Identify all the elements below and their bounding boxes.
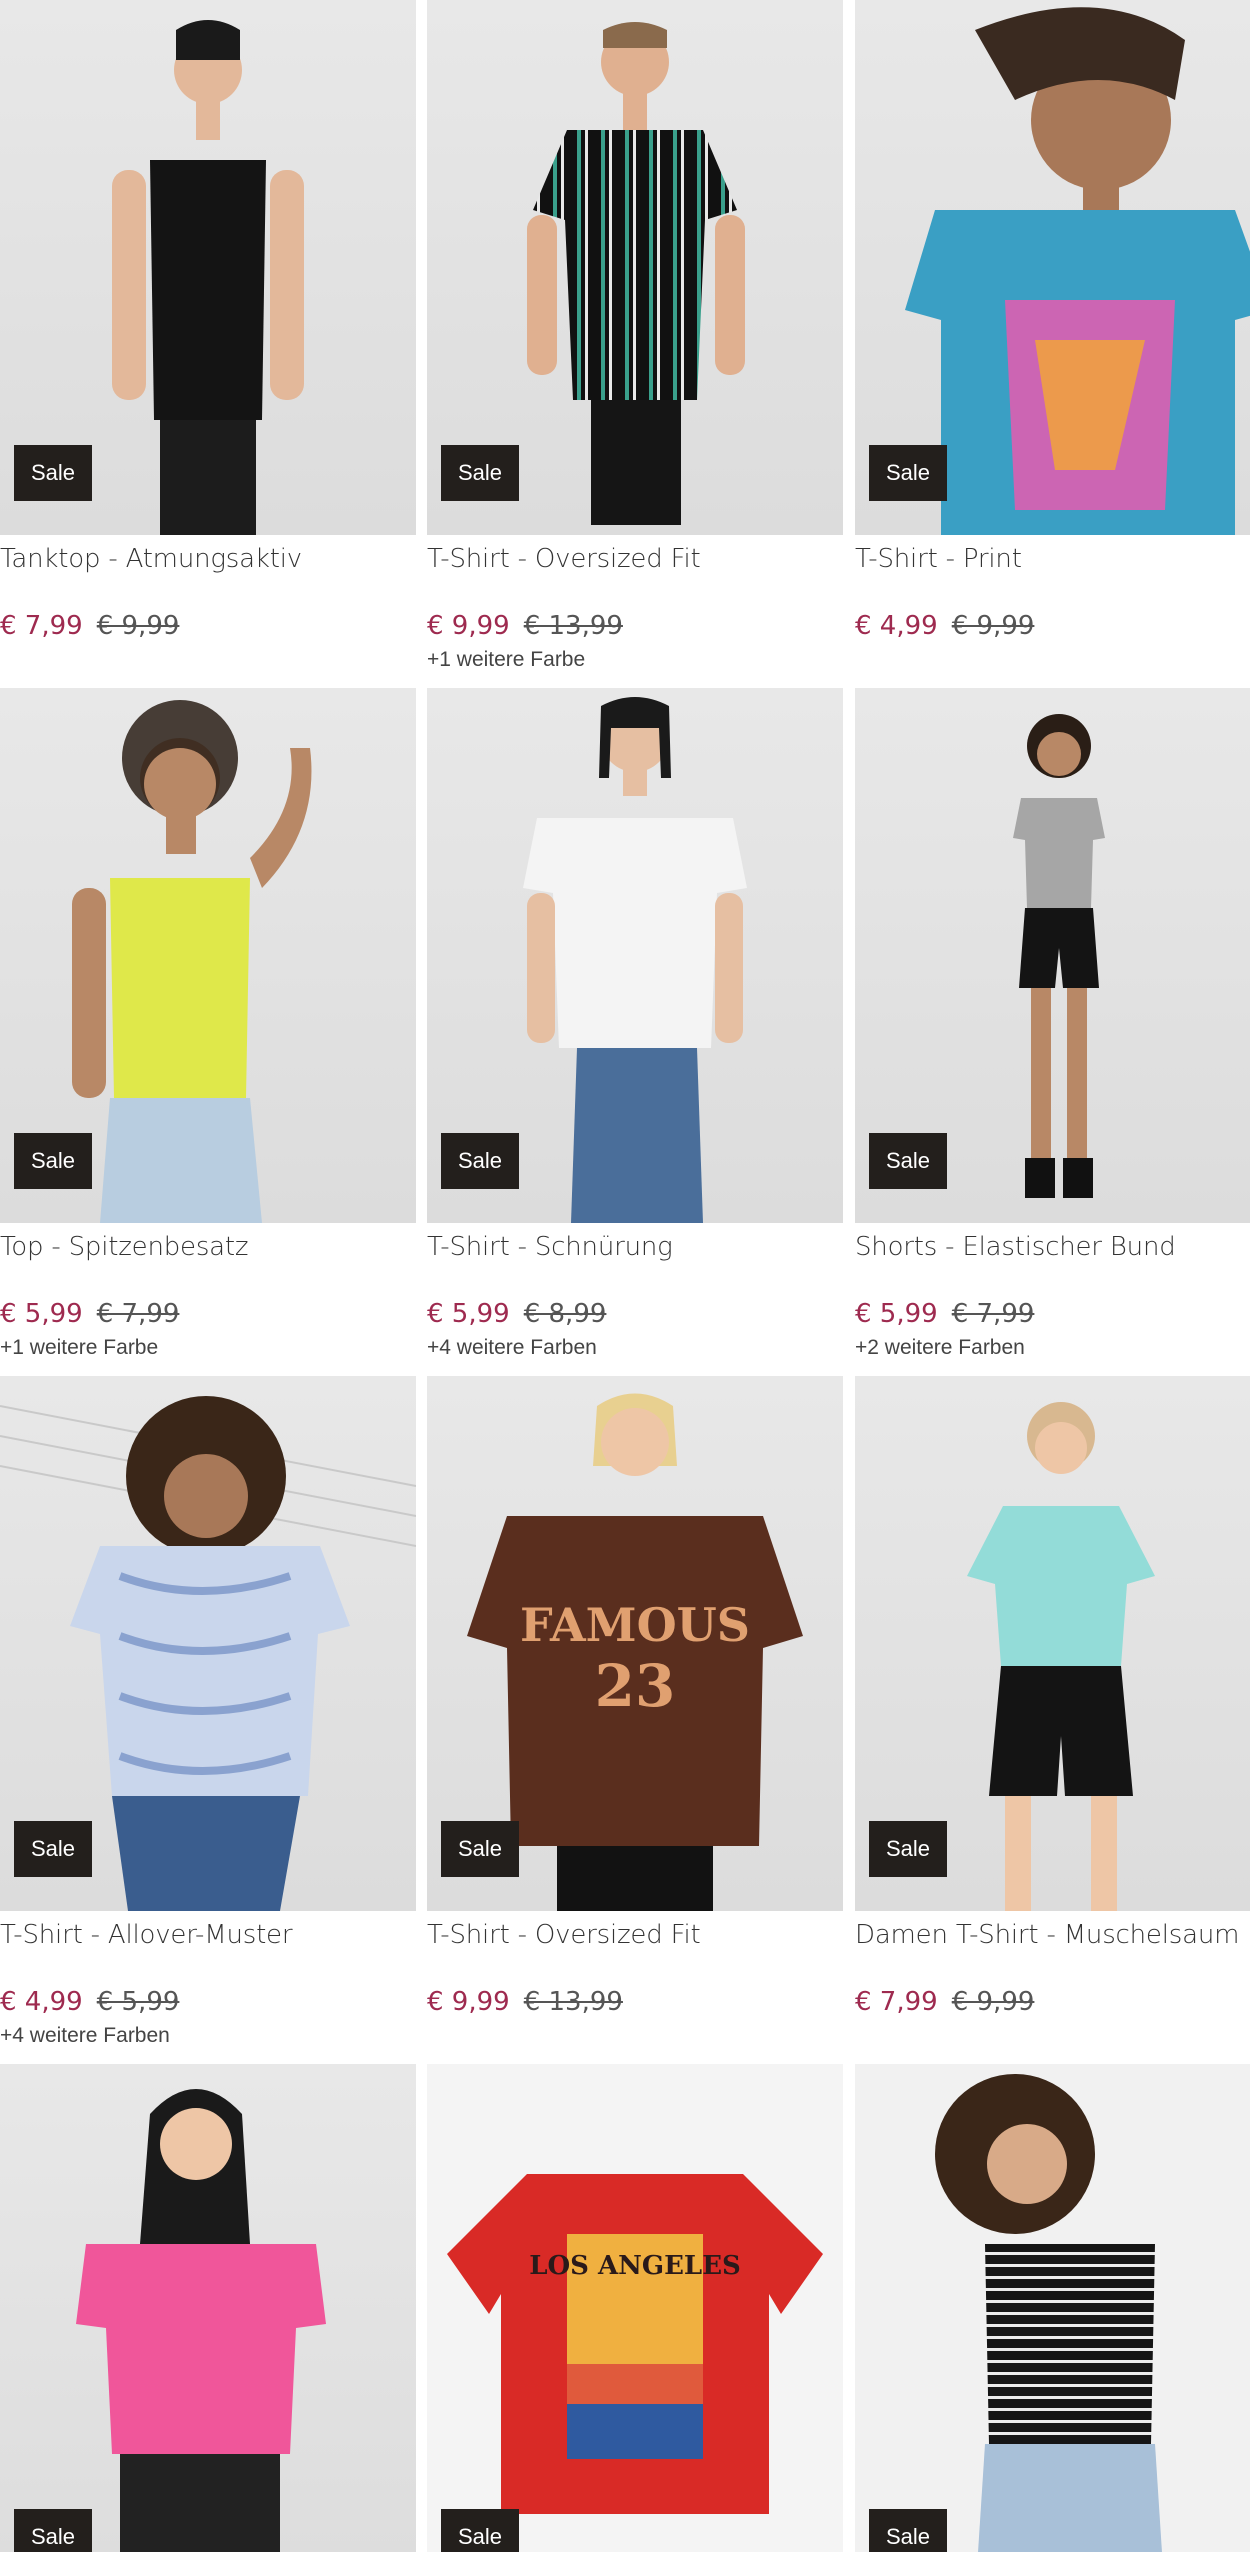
product-image[interactable]: Sale bbox=[855, 688, 1250, 1223]
product-card[interactable]: Sale T-Shirt - Print € 4,99 € 9,99 bbox=[855, 0, 1250, 648]
svg-text:LOS ANGELES: LOS ANGELES bbox=[529, 2251, 741, 2281]
original-price: € 9,99 bbox=[951, 611, 1035, 641]
product-title[interactable]: T-Shirt - Print bbox=[855, 544, 1250, 578]
svg-text:FAMOUS: FAMOUS bbox=[520, 1598, 750, 1652]
sale-badge: Sale bbox=[14, 1821, 92, 1877]
more-colors-note[interactable]: +4 weitere Farben bbox=[427, 1336, 843, 1360]
tshirt-icon: LOS ANGELES bbox=[447, 2174, 823, 2514]
product-card[interactable]: Sale Damen T-Shirt - Muschelsaum € 7,99 … bbox=[855, 1376, 1250, 2024]
sale-price: € 7,99 bbox=[855, 1987, 938, 2017]
product-image[interactable]: Sale bbox=[855, 0, 1250, 535]
product-title[interactable]: Shorts - Elastischer Bund bbox=[855, 1232, 1250, 1266]
sale-price: € 5,99 bbox=[427, 1299, 510, 1329]
product-image[interactable]: Sale bbox=[0, 0, 416, 535]
original-price: € 7,99 bbox=[96, 1299, 180, 1329]
tank-top-icon bbox=[935, 2074, 1162, 2552]
sale-price: € 5,99 bbox=[0, 1299, 83, 1329]
product-title[interactable]: Tanktop - Atmungsaktiv bbox=[0, 544, 416, 578]
sale-price: € 7,99 bbox=[0, 611, 83, 641]
price-row: € 4,99 € 9,99 bbox=[855, 611, 1250, 647]
product-card[interactable]: Sale T-Shirt - Allover-Muster € 4,99 € 5… bbox=[0, 1376, 416, 2048]
product-card[interactable]: Sale Shorts - Elastischer Bund € 5,99 € … bbox=[855, 688, 1250, 1360]
original-price: € 9,99 bbox=[96, 611, 180, 641]
more-colors-note[interactable]: +4 weitere Farben bbox=[0, 2024, 416, 2048]
sale-price: € 4,99 bbox=[855, 611, 938, 641]
product-image[interactable]: FAMOUS 23 Sale bbox=[427, 1376, 843, 1911]
sale-price: € 9,99 bbox=[427, 611, 510, 641]
price-row: € 5,99 € 7,99 bbox=[0, 1299, 416, 1335]
price-row: € 5,99 € 8,99 bbox=[427, 1299, 843, 1335]
product-image[interactable]: Sale bbox=[855, 2064, 1250, 2552]
original-price: € 13,99 bbox=[523, 611, 623, 641]
product-title[interactable]: T-Shirt - Oversized Fit bbox=[427, 1920, 843, 1954]
product-image[interactable]: Sale bbox=[427, 0, 843, 535]
product-image[interactable]: LOS ANGELES Sale bbox=[427, 2064, 843, 2552]
price-row: € 7,99 € 9,99 bbox=[0, 611, 416, 647]
product-image[interactable]: Sale bbox=[0, 2064, 416, 2552]
product-image[interactable]: Sale bbox=[0, 688, 416, 1223]
product-title[interactable]: T-Shirt - Oversized Fit bbox=[427, 544, 843, 578]
product-title[interactable]: T-Shirt - Schnürung bbox=[427, 1232, 843, 1266]
more-colors-note[interactable]: +1 weitere Farbe bbox=[427, 648, 843, 672]
sale-badge: Sale bbox=[441, 1133, 519, 1189]
product-title[interactable]: Top - Spitzenbesatz bbox=[0, 1232, 416, 1266]
more-colors-note[interactable]: +1 weitere Farbe bbox=[0, 1336, 416, 1360]
price-row: € 9,99 € 13,99 bbox=[427, 611, 843, 647]
svg-text:23: 23 bbox=[595, 1652, 676, 1720]
sale-badge: Sale bbox=[441, 2509, 519, 2552]
price-row: € 4,99 € 5,99 bbox=[0, 1987, 416, 2023]
product-image[interactable]: Sale bbox=[427, 688, 843, 1223]
original-price: € 5,99 bbox=[96, 1987, 180, 2017]
sale-badge: Sale bbox=[441, 1821, 519, 1877]
product-image[interactable]: Sale bbox=[855, 1376, 1250, 1911]
original-price: € 8,99 bbox=[523, 1299, 607, 1329]
product-card[interactable]: Sale Tanktop - Atmungsaktiv € 7,99 € 9,9… bbox=[0, 0, 416, 648]
sale-price: € 9,99 bbox=[427, 1987, 510, 2017]
product-card[interactable]: Sale T-Shirt - Oversized Fit € 9,99 € 13… bbox=[427, 0, 843, 672]
sale-badge: Sale bbox=[14, 2509, 92, 2552]
price-row: € 5,99 € 7,99 bbox=[855, 1299, 1250, 1335]
sale-price: € 5,99 bbox=[855, 1299, 938, 1329]
sale-badge: Sale bbox=[441, 445, 519, 501]
sale-price: € 4,99 bbox=[0, 1987, 83, 2017]
original-price: € 7,99 bbox=[951, 1299, 1035, 1329]
sale-badge: Sale bbox=[869, 445, 947, 501]
original-price: € 13,99 bbox=[523, 1987, 623, 2017]
product-grid: Sale Tanktop - Atmungsaktiv € 7,99 € 9,9… bbox=[0, 0, 1250, 2552]
original-price: € 9,99 bbox=[951, 1987, 1035, 2017]
price-row: € 9,99 € 13,99 bbox=[427, 1987, 843, 2023]
product-image[interactable]: Sale bbox=[0, 1376, 416, 1911]
tshirt-icon bbox=[76, 2089, 326, 2552]
product-card[interactable]: Sale T-Shirt - Schnürung € 5,99 € 8,99 +… bbox=[427, 688, 843, 1360]
product-card[interactable]: LOS ANGELES Sale bbox=[427, 2064, 843, 2552]
sale-badge: Sale bbox=[869, 1821, 947, 1877]
sale-badge: Sale bbox=[14, 445, 92, 501]
sale-badge: Sale bbox=[14, 1133, 92, 1189]
product-card[interactable]: FAMOUS 23 Sale T-Shirt - Oversized Fit € … bbox=[427, 1376, 843, 2024]
sale-badge: Sale bbox=[869, 2509, 947, 2552]
more-colors-note[interactable]: +2 weitere Farben bbox=[855, 1336, 1250, 1360]
product-title[interactable]: Damen T-Shirt - Muschelsaum bbox=[855, 1920, 1250, 1954]
price-row: € 7,99 € 9,99 bbox=[855, 1987, 1250, 2023]
product-card[interactable]: Sale bbox=[855, 2064, 1250, 2552]
product-title[interactable]: T-Shirt - Allover-Muster bbox=[0, 1920, 416, 1954]
product-card[interactable]: Sale Top - Spitzenbesatz € 5,99 € 7,99 +… bbox=[0, 688, 416, 1360]
sale-badge: Sale bbox=[869, 1133, 947, 1189]
product-card[interactable]: Sale bbox=[0, 2064, 416, 2552]
